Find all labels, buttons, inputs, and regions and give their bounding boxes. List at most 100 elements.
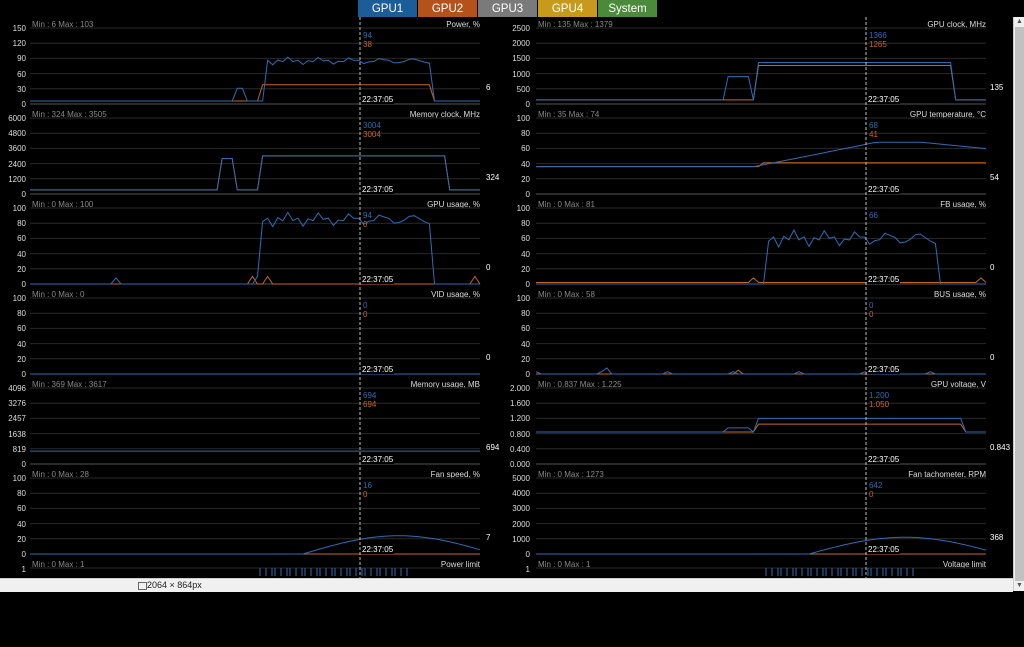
cursor-value-gpu1: 16: [363, 481, 372, 490]
graph-gpu-temperature[interactable]: Min : 35 Max : 74 GPU temperature, °C 100 8…: [506, 107, 999, 199]
cursor-value-gpu1: 694: [363, 391, 377, 400]
tab-gpu4[interactable]: GPU4: [538, 0, 597, 17]
cursor-value-gpu2: 41: [869, 130, 878, 139]
graph-bus-usage[interactable]: Min : 0 Max : 58 BUS usage, % 100 80 60 40 20 0…: [506, 287, 995, 379]
plot-area: [536, 377, 986, 467]
y-tick-label: 80: [17, 489, 26, 499]
y-tick-label: 4096: [8, 384, 26, 393]
plot-area: [30, 287, 480, 377]
y-tick-label: 60: [521, 144, 530, 154]
series-gpu1: [535, 367, 986, 375]
graph-vid-usage[interactable]: Min : 0 Max : 0 VID usage, % 100 80 60 40 20 0 0…: [0, 287, 491, 379]
plot-area: [536, 107, 987, 197]
graph-fan-tachometer[interactable]: Min : 0 Max : 1273 Fan tachometer, RPM 500…: [506, 467, 1003, 559]
y-tick-label: 90: [17, 54, 26, 64]
y-tick-label: 60: [17, 234, 26, 244]
plot-area: [536, 197, 987, 287]
graph-memory-clock[interactable]: Min : 324 Max : 3505 Memory clock, MHz 600…: [0, 107, 499, 199]
graph-fan-speed[interactable]: Min : 0 Max : 28 Fan speed, % 100 80 60 40 20 0…: [0, 467, 491, 559]
y-tick-label: 1200: [8, 174, 26, 184]
y-tick-label: 20: [17, 534, 26, 544]
scrollbar-thumb[interactable]: [1015, 27, 1024, 581]
series-gpu1: [536, 417, 986, 433]
current-value: 0: [486, 353, 491, 362]
cursor-value-gpu1: 94: [363, 211, 372, 220]
plot-area: [30, 197, 481, 287]
graph-memory-usage[interactable]: Min : 369 Max : 3617 Memory usage, MB 4096…: [0, 377, 499, 469]
graph-power-limit[interactable]: Min : 0 Max : 1 Power limit 1: [0, 557, 488, 647]
current-value: 324: [486, 173, 500, 182]
plot-area: [536, 467, 987, 557]
cursor-value-gpu1: 0: [869, 301, 874, 310]
y-tick-label: 4800: [8, 129, 26, 139]
y-tick-label: 40: [521, 249, 530, 259]
current-value: 368: [990, 533, 1004, 542]
y-tick-label: 2000: [512, 519, 530, 529]
y-tick-label: 2.000: [509, 384, 530, 393]
y-tick-label: 80: [17, 219, 26, 229]
y-tick-label: 1: [525, 565, 530, 574]
y-tick-label: 1638: [8, 429, 26, 439]
y-tick-label: 20: [521, 354, 530, 364]
y-tick-label: 80: [17, 309, 26, 319]
cursor-value-gpu2: 3004: [363, 130, 381, 139]
y-tick-label: 40: [17, 519, 26, 529]
cursor-time: 22:37:05: [867, 185, 901, 194]
graph-gpu-usage[interactable]: Min : 0 Max : 100 GPU usage, % 100 80 60 40 20…: [0, 197, 491, 289]
y-tick-label: 1000: [512, 69, 530, 79]
current-value: 0: [990, 353, 995, 362]
plot-area: [30, 377, 480, 467]
cursor-value-gpu2: 0: [869, 490, 874, 499]
y-tick-label: 20: [521, 264, 530, 274]
graph-gpu-clock[interactable]: Min : 135 Max : 1379 GPU clock, MHz 2500 20…: [506, 17, 1003, 109]
y-tick-label: 500: [516, 84, 530, 94]
cursor-time: 22:37:05: [361, 95, 395, 104]
current-value: 7: [486, 533, 491, 542]
y-tick-label: 5000: [512, 474, 530, 483]
cursor-value-gpu2: 38: [363, 40, 372, 49]
y-tick-label: 80: [521, 219, 530, 229]
graph-fb-usage[interactable]: Min : 0 Max : 81 FB usage, % 100 80 60 40 20 0 6…: [506, 197, 994, 289]
cursor-time: 22:37:05: [361, 545, 395, 554]
cursor-time: 22:37:05: [867, 95, 901, 104]
cursor-value-gpu1: 1366: [869, 31, 887, 40]
y-tick-label: 1500: [512, 54, 530, 64]
tab-gpu2[interactable]: GPU2: [418, 0, 477, 17]
tab-gpu3[interactable]: GPU3: [478, 0, 537, 17]
y-tick-label: 1.200: [509, 414, 530, 424]
y-tick-label: 120: [12, 39, 26, 49]
plot-area: [536, 17, 986, 107]
image-dimensions: 2064 × 864px: [147, 580, 202, 590]
scroll-up-icon[interactable]: ▲: [1014, 17, 1024, 27]
cursor-value-gpu1: 3004: [363, 121, 381, 130]
current-value: 0: [486, 263, 491, 272]
cursor-value-gpu1: 66: [869, 211, 878, 220]
tab-gpu1[interactable]: GPU1: [358, 0, 417, 17]
scroll-down-icon[interactable]: ▼: [1014, 581, 1024, 591]
series-gpu1: [536, 536, 987, 555]
series-gpu2: [536, 65, 986, 101]
y-tick-label: 40: [521, 159, 530, 169]
y-tick-label: 3600: [8, 144, 26, 154]
tab-system[interactable]: System: [598, 0, 657, 17]
y-tick-label: 1000: [512, 534, 530, 544]
y-tick-label: 20: [17, 264, 26, 274]
cursor-value-gpu2: 1.050: [869, 400, 890, 409]
y-tick-label: 2457: [8, 414, 26, 424]
y-tick-label: 4000: [512, 489, 530, 499]
y-tick-label: 100: [516, 204, 530, 213]
y-tick-label: 3276: [8, 399, 26, 409]
image-size-icon: [138, 582, 147, 590]
cursor-value-gpu2: 1265: [869, 40, 887, 49]
y-tick-label: 80: [521, 309, 530, 319]
y-tick-label: 60: [17, 69, 26, 79]
current-value: 694: [486, 443, 500, 452]
graph-gpu-voltage[interactable]: Min : 0.837 Max : 1.225 GPU voltage, V 2.0…: [506, 377, 1010, 469]
cursor-value-gpu2: 0: [869, 310, 874, 319]
current-value: 54: [990, 173, 999, 182]
cursor-value-gpu1: 68: [869, 121, 878, 130]
plot-area: [30, 17, 480, 107]
graph-power[interactable]: Min : 6 Max : 103 Power, % 150 120 90 60 30 0 94…: [0, 17, 490, 109]
graph-voltage-limit[interactable]: Min : 0 Max : 1 Voltage limit 1: [506, 557, 994, 647]
vertical-scrollbar[interactable]: ▲ ▼: [1013, 17, 1024, 591]
